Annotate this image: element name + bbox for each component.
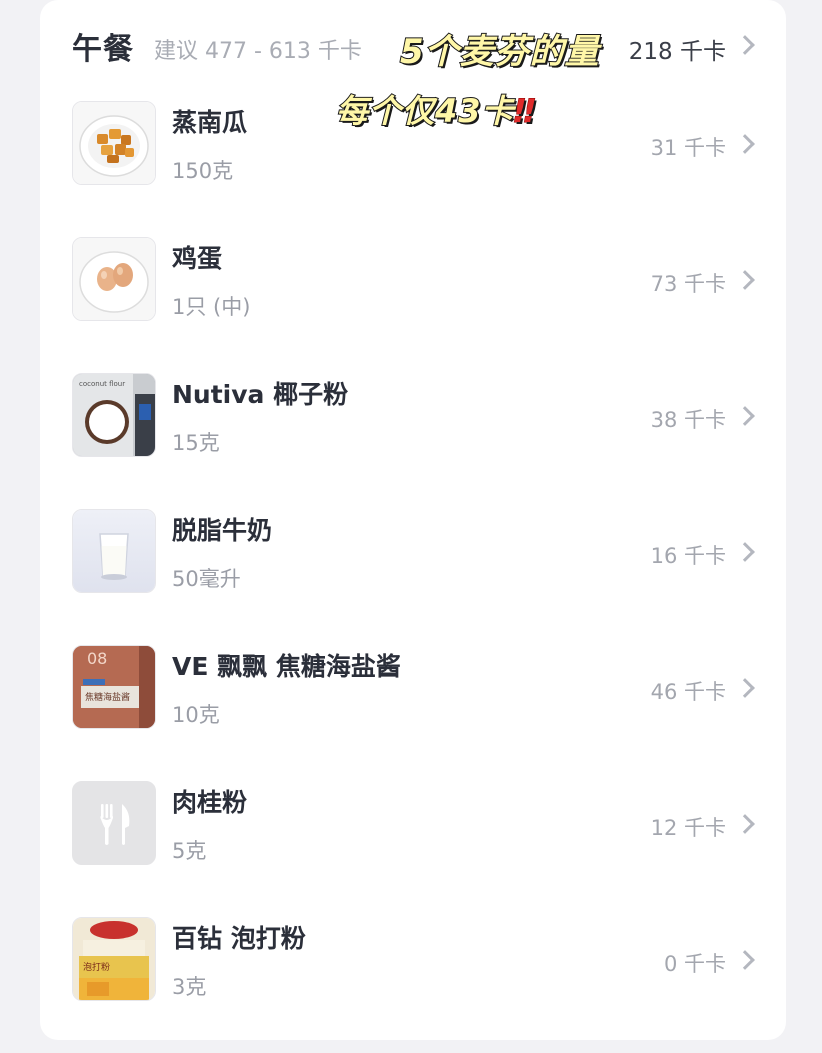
food-kcal: 16 千卡 bbox=[650, 544, 726, 568]
food-amount: 5克 bbox=[172, 839, 207, 863]
milk-glass-photo bbox=[72, 509, 156, 593]
food-item-baking-powder[interactable]: 泡打粉 百钻 泡打粉 3克 0 千卡 bbox=[40, 917, 786, 1053]
food-name: VE 飘飘 焦糖海盐酱 bbox=[172, 652, 401, 681]
overlay-caption-text: 每个仅43卡 bbox=[335, 91, 515, 131]
food-name: 蒸南瓜 bbox=[172, 108, 248, 137]
food-kcal: 0 千卡 bbox=[663, 952, 726, 976]
coconut-flour-photo: coconut flour bbox=[72, 373, 156, 457]
food-name: 百钻 泡打粉 bbox=[172, 924, 306, 953]
chevron-right-icon[interactable] bbox=[735, 270, 755, 290]
food-amount: 3克 bbox=[172, 975, 207, 999]
food-kcal: 46 千卡 bbox=[650, 680, 726, 704]
meal-total-kcal: 218 千卡 bbox=[628, 39, 726, 65]
food-amount: 1只 (中) bbox=[172, 295, 251, 319]
baking-powder-photo: 泡打粉 bbox=[72, 917, 156, 1001]
food-kcal: 38 千卡 bbox=[650, 408, 726, 432]
overlay-caption-muffins: 5个麦芬的量 bbox=[399, 31, 600, 73]
caramel-sauce-photo: 08 焦糖海盐酱 bbox=[72, 645, 156, 729]
food-item-skim-milk[interactable]: 脱脂牛奶 50毫升 16 千卡 bbox=[40, 509, 786, 645]
food-item-egg[interactable]: 鸡蛋 1只 (中) 73 千卡 bbox=[40, 237, 786, 373]
svg-text:焦糖海盐酱: 焦糖海盐酱 bbox=[85, 691, 130, 703]
svg-text:coconut flour: coconut flour bbox=[79, 380, 125, 388]
food-amount: 150克 bbox=[172, 159, 234, 183]
food-name: 脱脂牛奶 bbox=[172, 516, 273, 545]
food-item-caramel-sauce[interactable]: 08 焦糖海盐酱 VE 飘飘 焦糖海盐酱 10克 46 千卡 bbox=[40, 645, 786, 781]
double-exclamation-icon: ‼ bbox=[514, 92, 536, 131]
chevron-right-icon[interactable] bbox=[735, 814, 755, 834]
food-kcal: 31 千卡 bbox=[650, 136, 726, 160]
svg-text:泡打粉: 泡打粉 bbox=[83, 961, 110, 973]
food-name: 鸡蛋 bbox=[172, 244, 223, 273]
chevron-right-icon[interactable] bbox=[735, 542, 755, 562]
eggs-photo bbox=[72, 237, 156, 321]
chevron-right-icon[interactable] bbox=[735, 134, 755, 154]
food-amount: 15克 bbox=[172, 431, 220, 455]
food-item-cinnamon[interactable]: 肉桂粉 5克 12 千卡 bbox=[40, 781, 786, 917]
lunch-card: 午餐 建议 477 - 613 千卡 218 千卡 蒸南瓜 150克 31 千卡 bbox=[40, 0, 786, 1040]
overlay-caption-per-muffin: 每个仅43卡‼ bbox=[335, 86, 536, 132]
food-amount: 50毫升 bbox=[172, 567, 241, 591]
food-kcal: 73 千卡 bbox=[650, 272, 726, 296]
chevron-right-icon[interactable] bbox=[735, 950, 755, 970]
food-amount: 10克 bbox=[172, 703, 220, 727]
chevron-right-icon[interactable] bbox=[735, 35, 755, 55]
chevron-right-icon[interactable] bbox=[735, 406, 755, 426]
food-item-coconut-flour[interactable]: coconut flour Nutiva 椰子粉 15克 38 千卡 bbox=[40, 373, 786, 509]
food-name: 肉桂粉 bbox=[172, 788, 248, 817]
meal-suggestion: 建议 477 - 613 千卡 bbox=[154, 39, 362, 64]
fork-knife-icon bbox=[72, 781, 156, 865]
meal-title: 午餐 bbox=[72, 32, 134, 67]
food-name: Nutiva 椰子粉 bbox=[172, 380, 349, 409]
svg-text:08: 08 bbox=[87, 649, 107, 668]
chevron-right-icon[interactable] bbox=[735, 678, 755, 698]
food-kcal: 12 千卡 bbox=[650, 816, 726, 840]
pumpkin-photo bbox=[72, 101, 156, 185]
